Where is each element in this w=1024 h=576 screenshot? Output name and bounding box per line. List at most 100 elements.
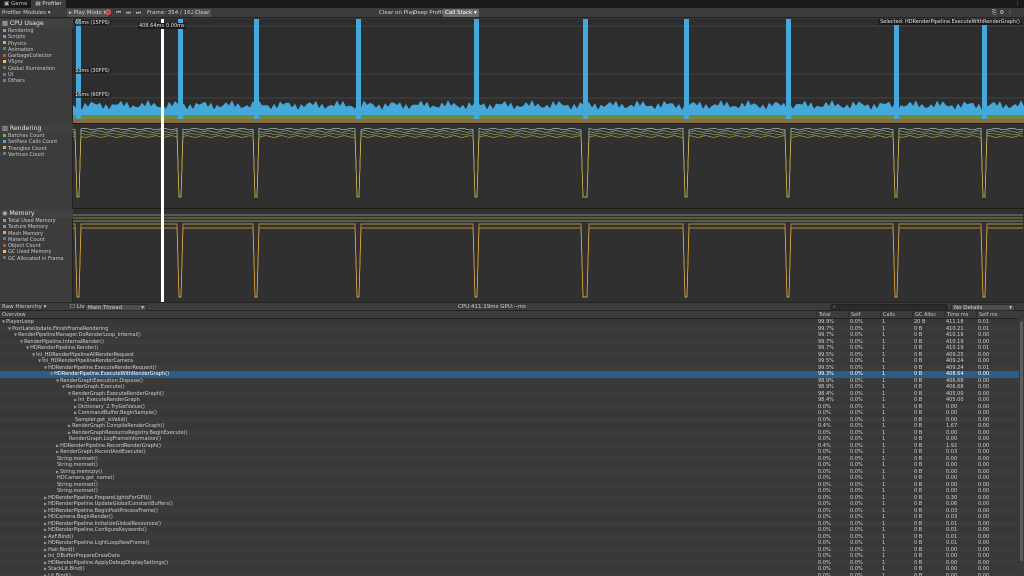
legend-swatch [3,133,6,137]
collapsed-arrow-icon[interactable]: ▶ [44,495,47,500]
legend-label: Triangles Count [8,145,47,152]
expanded-arrow-icon[interactable]: ▼ [50,371,53,376]
search-input[interactable]: ⌕ [830,304,948,311]
play-mode-dropdown[interactable]: ▸ Play Mode ▾ [67,9,109,17]
collapsed-arrow-icon[interactable]: ▶ [56,469,59,474]
column-overview[interactable]: Overview [0,311,816,319]
legend-swatch [3,59,6,63]
view-type-dropdown[interactable]: Raw Hierarchy ▾ [2,303,46,311]
collapsed-arrow-icon[interactable]: ▶ [56,443,59,448]
collapsed-arrow-icon[interactable]: ▶ [44,521,47,526]
legend-item[interactable]: Vertices Count [0,152,73,158]
expanded-arrow-icon[interactable]: ▼ [56,378,59,383]
profiler-toolbar: Profiler Modules ▾ ▸ Play Mode ▾ ⏮ ⏭ ⏭ F… [0,8,1024,18]
window-menu-icon[interactable]: ⋮ [1015,0,1023,8]
profiler-modules-dropdown[interactable]: Profiler Modules ▾ [2,9,51,17]
expanded-arrow-icon[interactable]: ▼ [26,345,29,350]
module-title: ▦ CPU Usage [0,19,73,28]
next-frame-button[interactable]: ⏭ [126,9,131,17]
legend-label: GC Allocated in Frame [8,255,64,262]
expanded-arrow-icon[interactable]: ▼ [2,319,5,324]
legend-label: GarbageCollector [8,53,52,60]
column-calls[interactable]: Calls [880,311,912,319]
collapsed-arrow-icon[interactable]: ▶ [44,514,47,519]
collapsed-arrow-icon[interactable]: ▶ [56,449,59,454]
expanded-arrow-icon[interactable]: ▼ [8,326,11,331]
legend-swatch [3,66,6,70]
legend-swatch [3,249,6,253]
module-memory[interactable]: ◉ Memory Total Used Memory Texture Memory M… [0,209,73,262]
column-self[interactable]: Self [848,311,880,319]
deep-profile-toggle[interactable]: Deep Profile [413,9,446,17]
legend-swatch [3,237,6,241]
expanded-arrow-icon[interactable]: ▼ [32,352,35,357]
column-gc-alloc[interactable]: GC Alloc [912,311,944,319]
legend-label: Animation [8,46,34,53]
last-frame-button[interactable]: ⏭ [136,9,141,17]
tab-profiler[interactable]: ▤ Profiler [31,0,66,8]
expanded-arrow-icon[interactable]: ▼ [20,339,23,344]
record-button[interactable] [105,9,111,17]
legend-item[interactable]: Others [0,78,73,84]
legend-swatch [3,231,6,235]
expanded-arrow-icon[interactable]: ▼ [68,391,71,396]
collapsed-arrow-icon[interactable]: ▶ [44,566,47,571]
legend-swatch [3,34,6,38]
scrollbar-thumb[interactable] [1020,321,1023,561]
legend-swatch [3,256,6,260]
collapsed-arrow-icon[interactable]: ▶ [74,397,77,402]
cell-self: 0.0% [850,572,863,576]
call-stack-toggle[interactable]: Call Stack ▾ [443,9,479,17]
expanded-arrow-icon[interactable]: ▼ [14,332,17,337]
collapsed-arrow-icon[interactable]: ▶ [44,501,47,506]
collapsed-arrow-icon[interactable]: ▶ [44,560,47,565]
collapsed-arrow-icon[interactable]: ▶ [74,404,77,409]
column-time-ms[interactable]: Time ms [944,311,976,319]
selected-frame-marker[interactable] [161,19,164,302]
cell-gc-alloc: 0 B [914,572,923,576]
rendering-icon: ▨ [2,125,8,132]
cpu-rendering-area [73,115,1024,119]
hierarchy-scrollbar[interactable] [1019,311,1024,576]
expanded-arrow-icon[interactable]: ▼ [62,384,65,389]
tab-game[interactable]: ▣ Game [0,0,31,8]
cell-total: 0.0% [818,572,831,576]
cpu-spike [356,19,361,119]
details-dropdown[interactable]: No Details ▾ [951,304,1015,311]
collapsed-arrow-icon[interactable]: ▶ [44,547,47,552]
table-row[interactable]: ▶Lit.Bind() 0.0% 0.0% 1 0 B 0.00 0.00 [0,572,1019,576]
cpu-spike [254,19,259,119]
legend-item[interactable]: GC Allocated in Frame [0,256,73,262]
module-cpu-usage[interactable]: ▦ CPU Usage Rendering Scripts Physics Animat… [0,19,73,85]
collapsed-arrow-icon[interactable]: ▶ [74,410,77,415]
rendering-chart-bg [73,124,1024,208]
collapsed-arrow-icon[interactable]: ▶ [44,573,47,576]
thread-dropdown[interactable]: Main Thread ▾ [85,304,147,311]
more-icon[interactable]: ⋮ [1007,10,1016,16]
column-self-ms[interactable]: Self ms [976,311,1019,319]
collapsed-arrow-icon[interactable]: ▶ [44,508,47,513]
legend-label: Material Count [8,236,45,243]
module-rendering[interactable]: ▨ Rendering Batches Count SetPass Calls Co… [0,124,73,158]
collapsed-arrow-icon[interactable]: ▶ [68,430,71,435]
legend-swatch [3,224,6,228]
legend-label: GC Used Memory [8,249,52,256]
profiler-charts-area[interactable]: 66ms (15FPS) 33ms (30FPS) 16ms (60FPS) 4… [73,19,1024,302]
collapsed-arrow-icon[interactable]: ▶ [44,527,47,532]
collapsed-arrow-icon[interactable]: ▶ [44,553,47,558]
expanded-arrow-icon[interactable]: ▼ [38,358,41,363]
collapsed-arrow-icon[interactable]: ▶ [44,540,47,545]
expanded-arrow-icon[interactable]: ▼ [44,365,47,370]
collapsed-arrow-icon[interactable]: ▶ [44,534,47,539]
module-title: ▨ Rendering [0,124,73,133]
clear-on-play-toggle[interactable]: Clear on Play [379,9,415,17]
collapsed-arrow-icon[interactable]: ▶ [68,423,71,428]
prev-frame-button[interactable]: ⏮ [116,9,121,17]
clear-button[interactable]: Clear [193,9,212,17]
record-icon [105,9,111,15]
legend-swatch [3,28,6,32]
column-total[interactable]: Total [816,311,848,319]
sample-name: ▶Lit.Bind() [44,572,71,576]
cpu-spike [982,19,987,119]
legend-swatch [3,47,6,51]
